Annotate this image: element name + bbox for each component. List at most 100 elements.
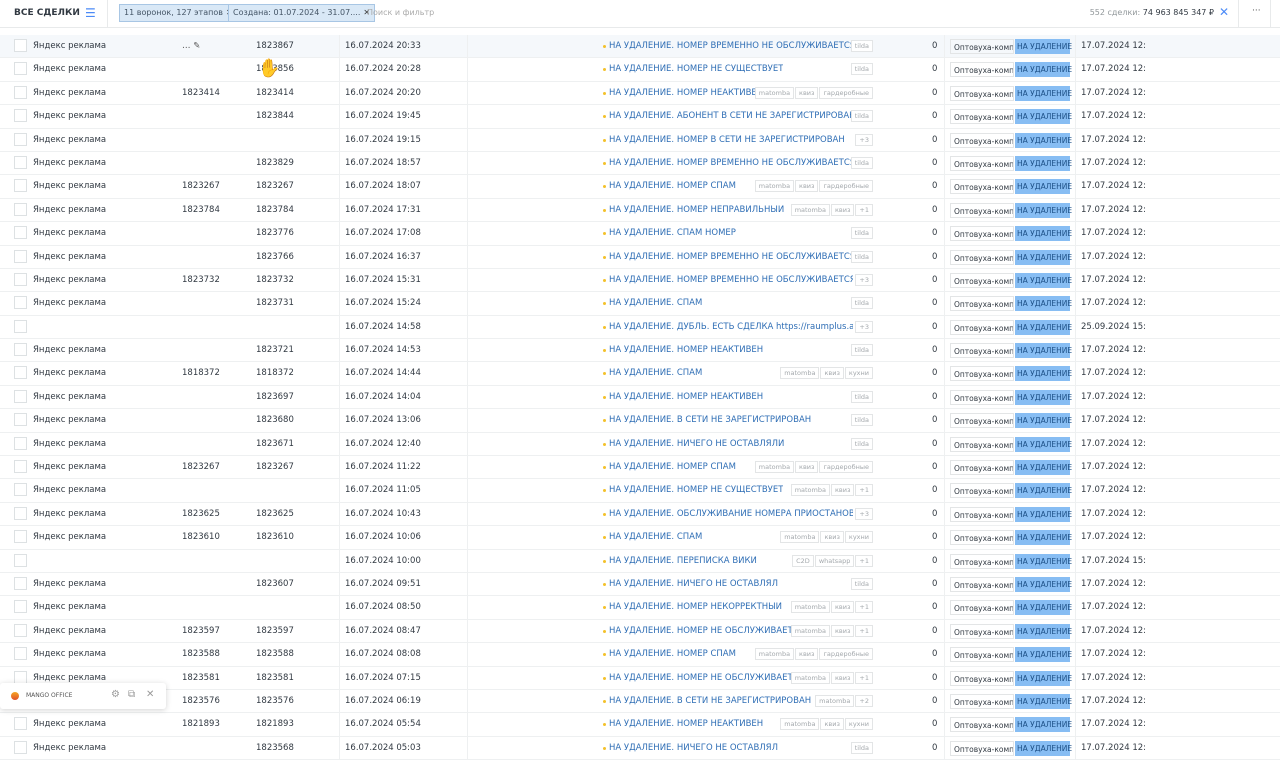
- tag[interactable]: квиз: [830, 601, 855, 614]
- table-row[interactable]: Яндекс реклама 1823414 1823414 16.07.202…: [0, 81, 1280, 106]
- tag[interactable]: matomba: [790, 624, 830, 637]
- table-row[interactable]: Яндекс реклама 1823610 1823610 16.07.202…: [0, 526, 1280, 550]
- pipeline-cell[interactable]: Оптовуха-комп...: [950, 62, 1014, 78]
- stage-badge[interactable]: НА УДАЛЕНИЕ: [1015, 179, 1072, 195]
- deal-name-link[interactable]: НА УДАЛЕНИЕ. НОМЕР СПАМ: [609, 181, 736, 191]
- deal-name-link[interactable]: НА УДАЛЕНИЕ. НИЧЕГО НЕ ОСТАВЛЯЛ: [609, 579, 778, 589]
- tag[interactable]: гардеробные: [819, 461, 873, 474]
- row-checkbox[interactable]: [14, 226, 27, 240]
- stage-badge[interactable]: НА УДАЛЕНИЕ: [1015, 576, 1072, 592]
- table-row[interactable]: Яндекс реклама 1823784 1823784 16.07.202…: [0, 198, 1280, 223]
- stage-badge[interactable]: НА УДАЛЕНИЕ: [1015, 530, 1072, 546]
- row-checkbox[interactable]: [14, 623, 27, 637]
- tag[interactable]: гардеробные: [819, 180, 873, 193]
- tag[interactable]: +1: [855, 203, 873, 216]
- deal-name-link[interactable]: НА УДАЛЕНИЕ. СПАМ: [609, 532, 702, 542]
- deal-name-link[interactable]: НА УДАЛЕНИЕ. ОБСЛУЖИВАНИЕ НОМЕРА ПРИОСТА…: [609, 509, 853, 519]
- more-button[interactable]: ···: [1252, 6, 1261, 16]
- tag[interactable]: +3: [855, 133, 873, 146]
- row-checkbox[interactable]: [14, 483, 27, 497]
- row-checkbox[interactable]: [14, 600, 27, 614]
- table-row[interactable]: Яндекс реклама 1818372 1818372 16.07.202…: [0, 362, 1280, 386]
- pipeline-cell[interactable]: Оптовуха-комп...: [950, 366, 1014, 382]
- tag[interactable]: tilda: [850, 110, 873, 123]
- tag[interactable]: квиз: [820, 531, 844, 544]
- pipeline-cell[interactable]: Оптовуха-комп...: [950, 413, 1014, 429]
- tag[interactable]: matomba: [790, 484, 830, 497]
- tag[interactable]: matomba: [754, 180, 795, 193]
- tag[interactable]: tilda: [850, 344, 873, 357]
- pipeline-cell[interactable]: Оптовуха-комп...: [950, 155, 1014, 171]
- pipeline-cell[interactable]: Оптовуха-комп...: [950, 132, 1014, 148]
- stage-badge[interactable]: НА УДАЛЕНИЕ: [1015, 623, 1072, 639]
- stage-badge[interactable]: НА УДАЛЕНИЕ: [1015, 132, 1072, 148]
- tag[interactable]: +1: [855, 554, 873, 567]
- deal-name-link[interactable]: НА УДАЛЕНИЕ. НОМЕР НЕАКТИВЕН: [609, 345, 763, 355]
- deal-name-link[interactable]: НА УДАЛЕНИЕ. НОМЕР ВРЕМЕННО НЕ ОБСЛУЖИВА…: [609, 158, 853, 168]
- tag[interactable]: whatsapp: [814, 554, 855, 567]
- pipeline-cell[interactable]: Оптовуха-комп...: [950, 647, 1014, 663]
- table-row[interactable]: Яндекс реклама 1823581 1823581 16.07.202…: [0, 666, 1280, 690]
- deal-name-link[interactable]: НА УДАЛЕНИЕ. НОМЕР ВРЕМЕННО НЕ ОБСЛУЖИВА…: [609, 252, 853, 262]
- row-checkbox[interactable]: [14, 132, 27, 146]
- tag[interactable]: квиз: [830, 484, 855, 497]
- pipeline-cell[interactable]: Оптовуха-комп...: [950, 717, 1014, 733]
- tag[interactable]: tilda: [850, 63, 873, 76]
- close-icon[interactable]: ✕: [146, 689, 154, 700]
- table-row[interactable]: Яндекс реклама 1823766 16.07.2024 16:37 …: [0, 245, 1280, 269]
- tag[interactable]: кухни: [844, 718, 873, 731]
- deal-name-link[interactable]: НА УДАЛЕНИЕ. В СЕТИ НЕ ЗАРЕГИСТРИРОВАН: [609, 415, 811, 425]
- stage-badge[interactable]: НА УДАЛЕНИЕ: [1015, 319, 1072, 335]
- table-row[interactable]: Яндекс реклама 1823607 16.07.2024 09:51 …: [0, 572, 1280, 597]
- tag[interactable]: кухни: [844, 367, 873, 380]
- pipeline-cell[interactable]: Оптовуха-комп...: [950, 319, 1014, 335]
- deal-name-link[interactable]: НА УДАЛЕНИЕ. СПАМ: [609, 298, 702, 308]
- tag[interactable]: +1: [855, 624, 873, 637]
- tag[interactable]: matomba: [754, 461, 795, 474]
- table-row[interactable]: Яндекс реклама 1823267 1823267 16.07.202…: [0, 456, 1280, 480]
- stage-badge[interactable]: НА УДАЛЕНИЕ: [1015, 343, 1072, 359]
- pipeline-cell[interactable]: Оптовуха-комп...: [950, 460, 1014, 476]
- table-row[interactable]: Яндекс реклама 1823267 1823267 16.07.202…: [0, 175, 1280, 199]
- table-row[interactable]: Яндекс реклама 1823731 16.07.2024 15:24 …: [0, 292, 1280, 316]
- filter-chip-pipelines[interactable]: 11 воронок, 127 этапов✕: [119, 4, 238, 22]
- table-row[interactable]: Яндекс реклама 1823680 16.07.2024 13:06 …: [0, 409, 1280, 433]
- deal-name-link[interactable]: НА УДАЛЕНИЕ. НИЧЕГО НЕ ОСТАВЛЯЛИ: [609, 439, 784, 449]
- tag[interactable]: matomba: [780, 718, 820, 731]
- stage-badge[interactable]: НА УДАЛЕНИЕ: [1015, 717, 1072, 733]
- pipeline-cell[interactable]: Оптовуха-комп...: [950, 249, 1014, 265]
- stage-badge[interactable]: НА УДАЛЕНИЕ: [1015, 296, 1072, 312]
- table-row[interactable]: Яндекс реклама 1821893 1821893 16.07.202…: [0, 713, 1280, 737]
- tag[interactable]: квиз: [820, 367, 844, 380]
- row-checkbox[interactable]: [14, 249, 27, 263]
- deal-name-link[interactable]: НА УДАЛЕНИЕ. СПАМ: [609, 368, 702, 378]
- row-checkbox[interactable]: [14, 553, 27, 567]
- pipeline-cell[interactable]: Оптовуха-комп...: [950, 343, 1014, 359]
- row-checkbox[interactable]: [14, 343, 27, 357]
- tag[interactable]: +1: [855, 671, 873, 684]
- deal-name-link[interactable]: НА УДАЛЕНИЕ. НОМЕР ВРЕМЕННО НЕ ОБСЛУЖИВА…: [609, 41, 853, 51]
- tag[interactable]: квиз: [830, 671, 855, 684]
- pipeline-cell[interactable]: Оптовуха-комп...: [950, 272, 1014, 288]
- table-row[interactable]: Яндекс реклама 1823588 1823588 16.07.202…: [0, 643, 1280, 667]
- table-row[interactable]: 16.07.2024 14:58 НА УДАЛЕНИЕ. ДУБЛЬ. ЕСТ…: [0, 315, 1280, 340]
- tag[interactable]: matomba: [780, 531, 820, 544]
- table-row[interactable]: Яндекс реклама 1823697 16.07.2024 14:04 …: [0, 385, 1280, 410]
- row-checkbox[interactable]: [14, 647, 27, 661]
- tag[interactable]: tilda: [850, 250, 873, 263]
- open-external-icon[interactable]: ⧉: [128, 689, 135, 700]
- deal-name-link[interactable]: НА УДАЛЕНИЕ. НОМЕР НЕ ОБСЛУЖИВАЕТСЯ: [609, 626, 805, 636]
- deal-name-link[interactable]: НА УДАЛЕНИЕ. НОМЕР В СЕТИ НЕ ЗАРЕГИСТРИР…: [609, 135, 845, 145]
- tag[interactable]: гардеробные: [819, 86, 873, 99]
- tag[interactable]: matomba: [790, 203, 830, 216]
- table-row[interactable]: Яндекс реклама 1823671 16.07.2024 12:40 …: [0, 432, 1280, 457]
- pipeline-cell[interactable]: Оптовуха-комп...: [950, 553, 1014, 569]
- pipeline-cell[interactable]: Оптовуха-комп...: [950, 436, 1014, 452]
- tag[interactable]: tilda: [850, 437, 873, 450]
- stage-badge[interactable]: НА УДАЛЕНИЕ: [1015, 436, 1072, 452]
- search-input[interactable]: Поиск и фильтр: [367, 8, 434, 17]
- clear-filter-icon[interactable]: ✕: [1219, 5, 1229, 19]
- pipeline-cell[interactable]: Оптовуха-комп...: [950, 226, 1014, 242]
- tag[interactable]: +3: [855, 273, 873, 286]
- tag[interactable]: гардеробные: [819, 648, 873, 661]
